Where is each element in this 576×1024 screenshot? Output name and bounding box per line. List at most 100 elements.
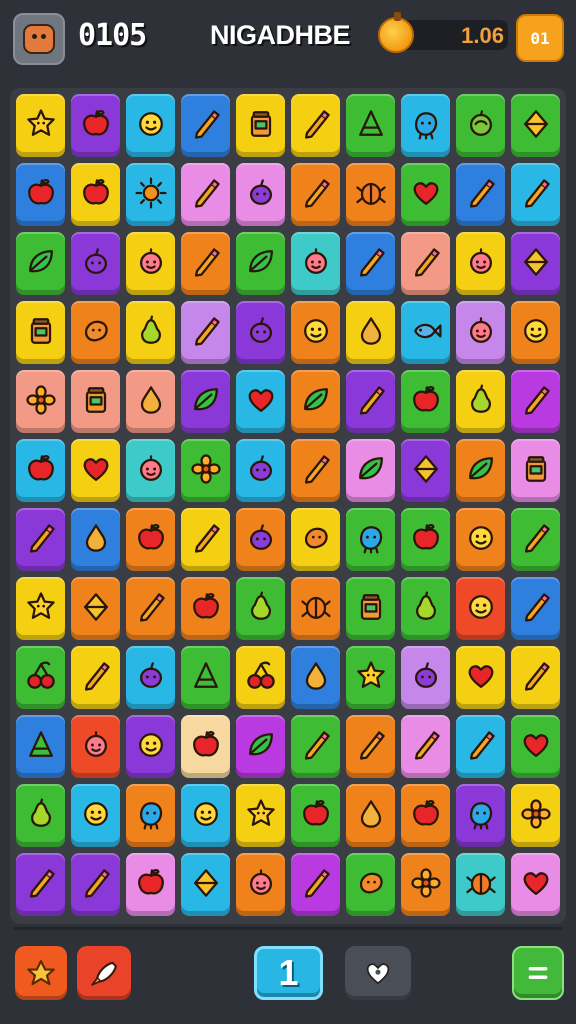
settings-button[interactable] bbox=[512, 946, 564, 1000]
tile[interactable] bbox=[126, 94, 175, 157]
tile[interactable] bbox=[291, 715, 340, 778]
tile[interactable] bbox=[71, 163, 120, 226]
tile[interactable] bbox=[16, 439, 65, 502]
menu-button[interactable]: 01 bbox=[516, 14, 564, 62]
tile[interactable] bbox=[401, 646, 450, 709]
tile[interactable] bbox=[511, 577, 560, 640]
tile[interactable] bbox=[511, 508, 560, 571]
tile[interactable] bbox=[126, 784, 175, 847]
tile[interactable] bbox=[456, 94, 505, 157]
tile[interactable] bbox=[346, 232, 395, 295]
tile[interactable] bbox=[16, 163, 65, 226]
tile[interactable] bbox=[456, 784, 505, 847]
tile[interactable] bbox=[401, 439, 450, 502]
tile[interactable] bbox=[291, 784, 340, 847]
tile[interactable] bbox=[291, 439, 340, 502]
tile[interactable] bbox=[401, 853, 450, 916]
tile[interactable] bbox=[126, 853, 175, 916]
tile[interactable] bbox=[71, 301, 120, 364]
tile[interactable] bbox=[456, 301, 505, 364]
tile[interactable] bbox=[16, 301, 65, 364]
tile[interactable] bbox=[456, 508, 505, 571]
tile[interactable] bbox=[126, 508, 175, 571]
tile[interactable] bbox=[511, 439, 560, 502]
tile[interactable] bbox=[181, 508, 230, 571]
tile[interactable] bbox=[456, 646, 505, 709]
tile[interactable] bbox=[511, 715, 560, 778]
tile[interactable] bbox=[126, 577, 175, 640]
tile[interactable] bbox=[511, 163, 560, 226]
tile[interactable] bbox=[511, 370, 560, 433]
favorite-button[interactable] bbox=[345, 946, 411, 1000]
tile[interactable] bbox=[126, 646, 175, 709]
tile[interactable] bbox=[71, 370, 120, 433]
tile[interactable] bbox=[126, 715, 175, 778]
tile[interactable] bbox=[401, 784, 450, 847]
tile[interactable] bbox=[511, 301, 560, 364]
tile[interactable] bbox=[456, 439, 505, 502]
tile[interactable] bbox=[236, 439, 285, 502]
tile[interactable] bbox=[181, 301, 230, 364]
tile[interactable] bbox=[346, 508, 395, 571]
tile[interactable] bbox=[346, 370, 395, 433]
tile[interactable] bbox=[291, 508, 340, 571]
tile[interactable] bbox=[346, 439, 395, 502]
tile[interactable] bbox=[511, 232, 560, 295]
tile[interactable] bbox=[346, 301, 395, 364]
tile[interactable] bbox=[16, 577, 65, 640]
tile[interactable] bbox=[346, 163, 395, 226]
tile[interactable] bbox=[346, 646, 395, 709]
tile[interactable] bbox=[456, 853, 505, 916]
level-button[interactable]: 1 bbox=[254, 946, 323, 1000]
tile[interactable] bbox=[401, 370, 450, 433]
tile[interactable] bbox=[346, 577, 395, 640]
tile[interactable] bbox=[346, 715, 395, 778]
tile[interactable] bbox=[16, 508, 65, 571]
tile[interactable] bbox=[456, 163, 505, 226]
tile[interactable] bbox=[236, 301, 285, 364]
tile[interactable] bbox=[16, 94, 65, 157]
tile[interactable] bbox=[181, 715, 230, 778]
tile[interactable] bbox=[71, 853, 120, 916]
tile[interactable] bbox=[181, 577, 230, 640]
tile[interactable] bbox=[71, 646, 120, 709]
tile[interactable] bbox=[71, 577, 120, 640]
tile[interactable] bbox=[236, 508, 285, 571]
tile[interactable] bbox=[456, 370, 505, 433]
profile-avatar-button[interactable] bbox=[13, 13, 65, 65]
tile[interactable] bbox=[71, 784, 120, 847]
tile[interactable] bbox=[456, 577, 505, 640]
tile[interactable] bbox=[236, 370, 285, 433]
tile[interactable] bbox=[181, 370, 230, 433]
tile[interactable] bbox=[236, 646, 285, 709]
hint-button[interactable] bbox=[77, 946, 131, 1000]
tile[interactable] bbox=[291, 232, 340, 295]
tile[interactable] bbox=[236, 94, 285, 157]
tile[interactable] bbox=[236, 784, 285, 847]
tile[interactable] bbox=[401, 715, 450, 778]
tile[interactable] bbox=[401, 94, 450, 157]
tile[interactable] bbox=[291, 301, 340, 364]
tile[interactable] bbox=[236, 232, 285, 295]
tile[interactable] bbox=[71, 715, 120, 778]
tile[interactable] bbox=[511, 646, 560, 709]
tile[interactable] bbox=[16, 232, 65, 295]
tile[interactable] bbox=[291, 853, 340, 916]
tile[interactable] bbox=[291, 646, 340, 709]
tile[interactable] bbox=[401, 232, 450, 295]
tile[interactable] bbox=[16, 646, 65, 709]
tile[interactable] bbox=[236, 577, 285, 640]
tile[interactable] bbox=[16, 715, 65, 778]
tile[interactable] bbox=[401, 163, 450, 226]
tile[interactable] bbox=[236, 715, 285, 778]
tile[interactable] bbox=[126, 163, 175, 226]
tile[interactable] bbox=[126, 301, 175, 364]
tile[interactable] bbox=[181, 232, 230, 295]
tile[interactable] bbox=[346, 94, 395, 157]
tile[interactable] bbox=[291, 163, 340, 226]
tile[interactable] bbox=[16, 853, 65, 916]
tile[interactable] bbox=[181, 163, 230, 226]
tile[interactable] bbox=[16, 370, 65, 433]
tile[interactable] bbox=[181, 94, 230, 157]
tile[interactable] bbox=[126, 370, 175, 433]
